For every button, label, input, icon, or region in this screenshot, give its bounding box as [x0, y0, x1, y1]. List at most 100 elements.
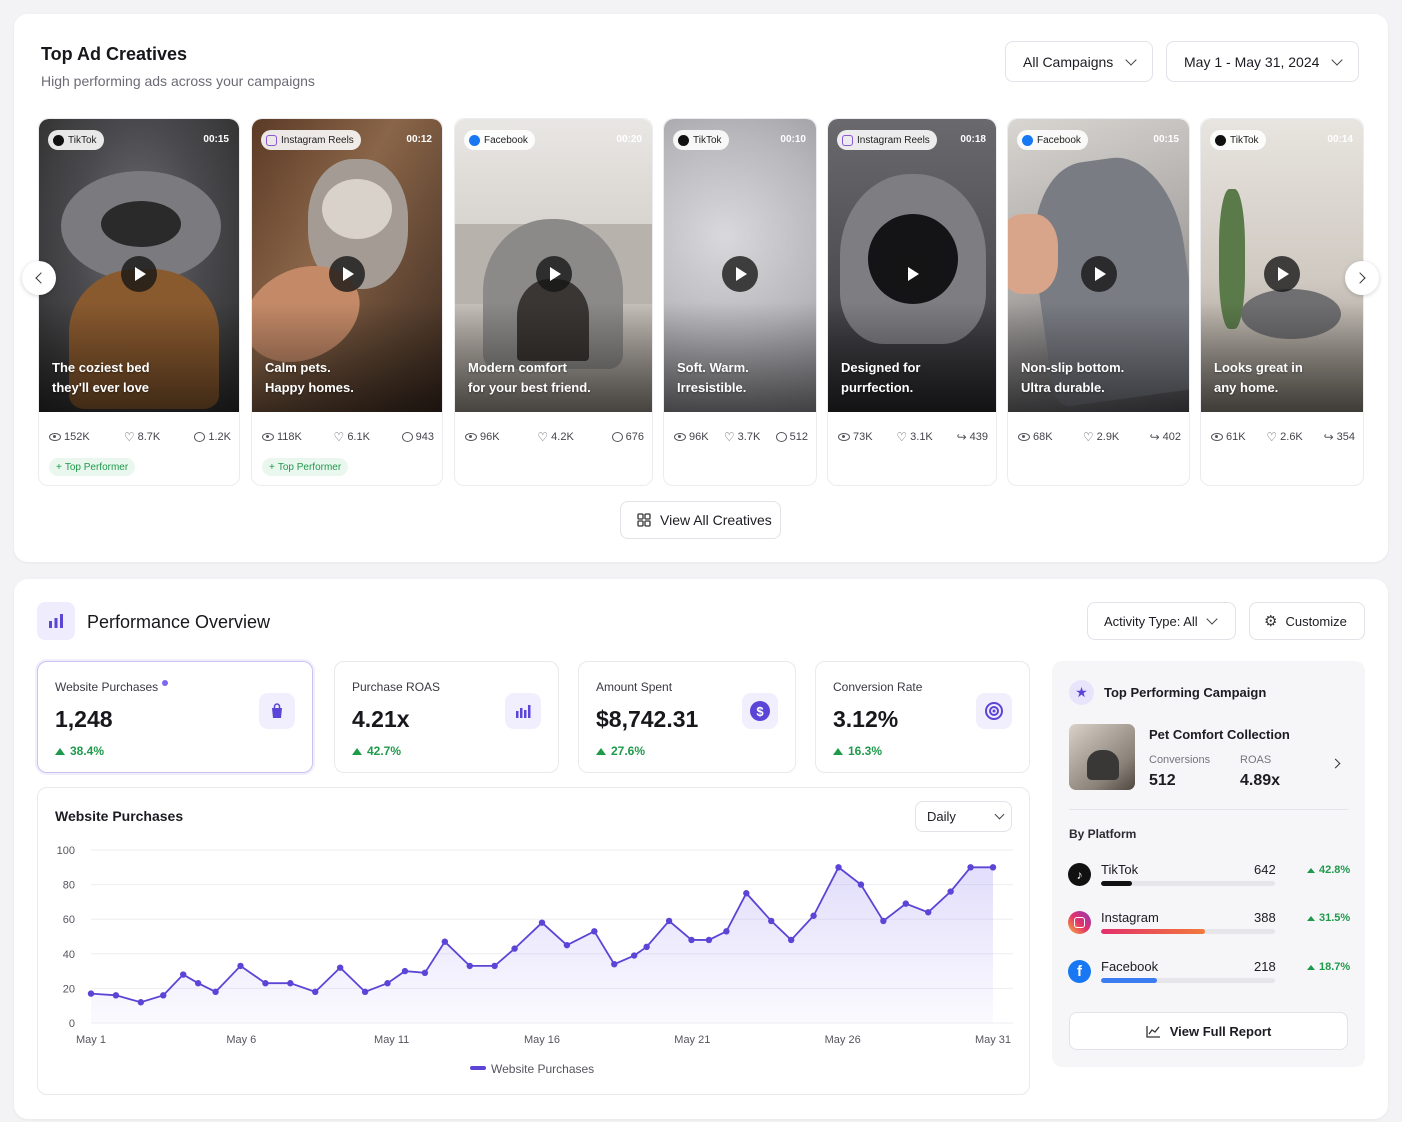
likes-count: 2.6K [1280, 431, 1303, 443]
campaign-name[interactable]: Pet Comfort Collection [1149, 727, 1290, 742]
trend-up-icon [352, 747, 362, 755]
activity-type-dropdown[interactable]: Activity Type: All [1087, 602, 1236, 640]
play-icon[interactable] [1264, 256, 1300, 292]
carousel-next-button[interactable] [1345, 261, 1379, 295]
video-duration: 00:18 [960, 134, 986, 145]
play-icon[interactable] [722, 256, 758, 292]
metric-card-amount-spent[interactable]: Amount Spent $8,742.31 27.6% $ [578, 661, 796, 773]
roas-label: ROAS [1240, 754, 1272, 766]
campaign-filter-dropdown[interactable]: All Campaigns [1005, 41, 1153, 82]
platform-tag: Facebook [464, 130, 535, 150]
creative-caption: Non-slip bottom. Ultra durable. [1021, 360, 1125, 395]
dollar-icon: $ [742, 693, 778, 729]
metric-card-conversion-rate[interactable]: Conversion Rate 3.12% 16.3% [815, 661, 1030, 773]
creative-thumbnail[interactable]: TikTok 00:15 The coziest bed they'll eve… [39, 119, 239, 412]
creative-thumbnail[interactable]: TikTok 00:14 Looks great in any home. [1201, 119, 1363, 412]
creative-caption: Designed for purrfection. [841, 360, 921, 395]
granularity-label: Daily [927, 809, 956, 824]
data-point [630, 952, 638, 959]
tiktok-icon [1215, 134, 1226, 146]
creative-card[interactable]: Instagram Reels 00:12 Calm pets. Happy h… [251, 118, 443, 486]
data-point [401, 967, 409, 975]
y-tick-label: 40 [63, 949, 75, 961]
play-icon[interactable] [121, 256, 157, 292]
campaign-details-button[interactable] [1330, 754, 1341, 772]
creative-card[interactable]: TikTok 00:10 Soft. Warm. Irresistible. 9… [663, 118, 817, 486]
creative-thumbnail[interactable]: TikTok 00:10 Soft. Warm. Irresistible. [664, 119, 816, 412]
chevron-down-icon [1331, 53, 1344, 66]
creative-thumbnail[interactable]: Instagram Reels 00:18 Designed for purrf… [828, 119, 996, 412]
data-point [743, 890, 750, 897]
by-platform-label: By Platform [1069, 827, 1137, 841]
creative-card[interactable]: TikTok 00:14 Looks great in any home. 61… [1200, 118, 1364, 486]
chevron-down-icon [1125, 53, 1137, 66]
data-point [591, 928, 598, 935]
granularity-dropdown[interactable]: Daily [915, 801, 1012, 832]
platform-row-facebook[interactable]: f Facebook 218 18.7% [1068, 959, 1354, 999]
data-point [287, 980, 294, 987]
metric-label: Amount Spent [596, 680, 673, 694]
video-duration: 00:14 [1327, 134, 1353, 145]
instagram-icon [266, 134, 277, 146]
performance-panel: Performance Overview Activity Type: All … [14, 579, 1388, 1119]
platform-value: 642 [1254, 862, 1276, 877]
data-point [179, 971, 187, 978]
trend-up-icon [596, 747, 606, 755]
gear-icon: ⚙ [1264, 613, 1278, 630]
views-count: 61K [1226, 431, 1246, 443]
creative-card[interactable]: Instagram Reels 00:18 Designed for purrf… [827, 118, 997, 486]
data-point [538, 919, 546, 926]
chevron-right-icon [1354, 272, 1366, 284]
metric-value: 4.21x [352, 706, 410, 732]
play-icon[interactable] [535, 256, 572, 292]
metric-card-website-purchases[interactable]: Website Purchases 1,248 38.4% [37, 661, 313, 773]
metric-change: 38.4% [55, 744, 104, 758]
data-point [925, 909, 932, 916]
data-point [835, 864, 842, 871]
creative-thumbnail[interactable]: Instagram Reels 00:12 Calm pets. Happy h… [252, 119, 442, 412]
trend-up-icon [1307, 915, 1315, 921]
platform-row-tiktok[interactable]: ♪ TikTok 642 42.8% [1068, 862, 1354, 902]
comment-icon [194, 432, 206, 442]
metric-label: Purchase ROAS [352, 680, 441, 694]
creative-card[interactable]: Facebook 00:20 Modern comfort for your b… [454, 118, 653, 486]
date-range-dropdown[interactable]: May 1 - May 31, 2024 [1166, 41, 1359, 82]
platform-tag: Facebook [1017, 130, 1088, 150]
data-point [810, 912, 817, 919]
view-all-creatives-button[interactable]: View All Creatives [620, 501, 781, 539]
heart-icon: ♡ [723, 430, 735, 444]
x-tick-label: May 21 [674, 1034, 710, 1046]
instagram-icon [842, 134, 853, 146]
heart-icon: ♡ [123, 430, 135, 444]
view-full-report-button[interactable]: View Full Report [1069, 1012, 1348, 1050]
comments-count: 943 [415, 431, 434, 443]
carousel-prev-button[interactable] [22, 261, 56, 295]
performance-title: Performance Overview [87, 612, 271, 632]
platform-row-instagram[interactable]: Instagram 388 31.5% [1068, 910, 1354, 950]
platform-tag: TikTok [673, 130, 729, 150]
bar-chart-icon [505, 693, 541, 729]
trend-up-icon [833, 747, 843, 755]
creative-caption: Modern comfort for your best friend. [468, 360, 591, 395]
section-subtitle: High performing ads across your campaign… [41, 73, 315, 89]
likes-count: 2.9K [1096, 431, 1120, 443]
play-icon[interactable] [894, 256, 930, 292]
metric-card-purchase-roas[interactable]: Purchase ROAS 4.21x 42.7% [334, 661, 559, 773]
play-icon[interactable] [329, 256, 365, 292]
data-point [491, 962, 498, 970]
creative-thumbnail[interactable]: Facebook 00:20 Modern comfort for your b… [455, 119, 652, 412]
metric-change: 27.6% [596, 744, 645, 758]
creative-card[interactable]: TikTok 00:15 The coziest bed they'll eve… [38, 118, 240, 486]
creative-thumbnail[interactable]: Facebook 00:15 Non-slip bottom. Ultra du… [1008, 119, 1189, 412]
data-point [361, 988, 369, 996]
data-point [947, 888, 954, 895]
likes-count: 3.7K [737, 431, 761, 443]
grid-icon [637, 513, 651, 527]
video-duration: 00:15 [1153, 134, 1179, 145]
top-performer-badge: + Top Performer [262, 458, 349, 476]
play-icon[interactable] [1080, 256, 1117, 292]
data-point [87, 990, 95, 997]
customize-button[interactable]: ⚙ Customize [1249, 602, 1365, 640]
creative-card[interactable]: Facebook 00:15 Non-slip bottom. Ultra du… [1007, 118, 1190, 486]
views-count: 152K [64, 431, 90, 443]
